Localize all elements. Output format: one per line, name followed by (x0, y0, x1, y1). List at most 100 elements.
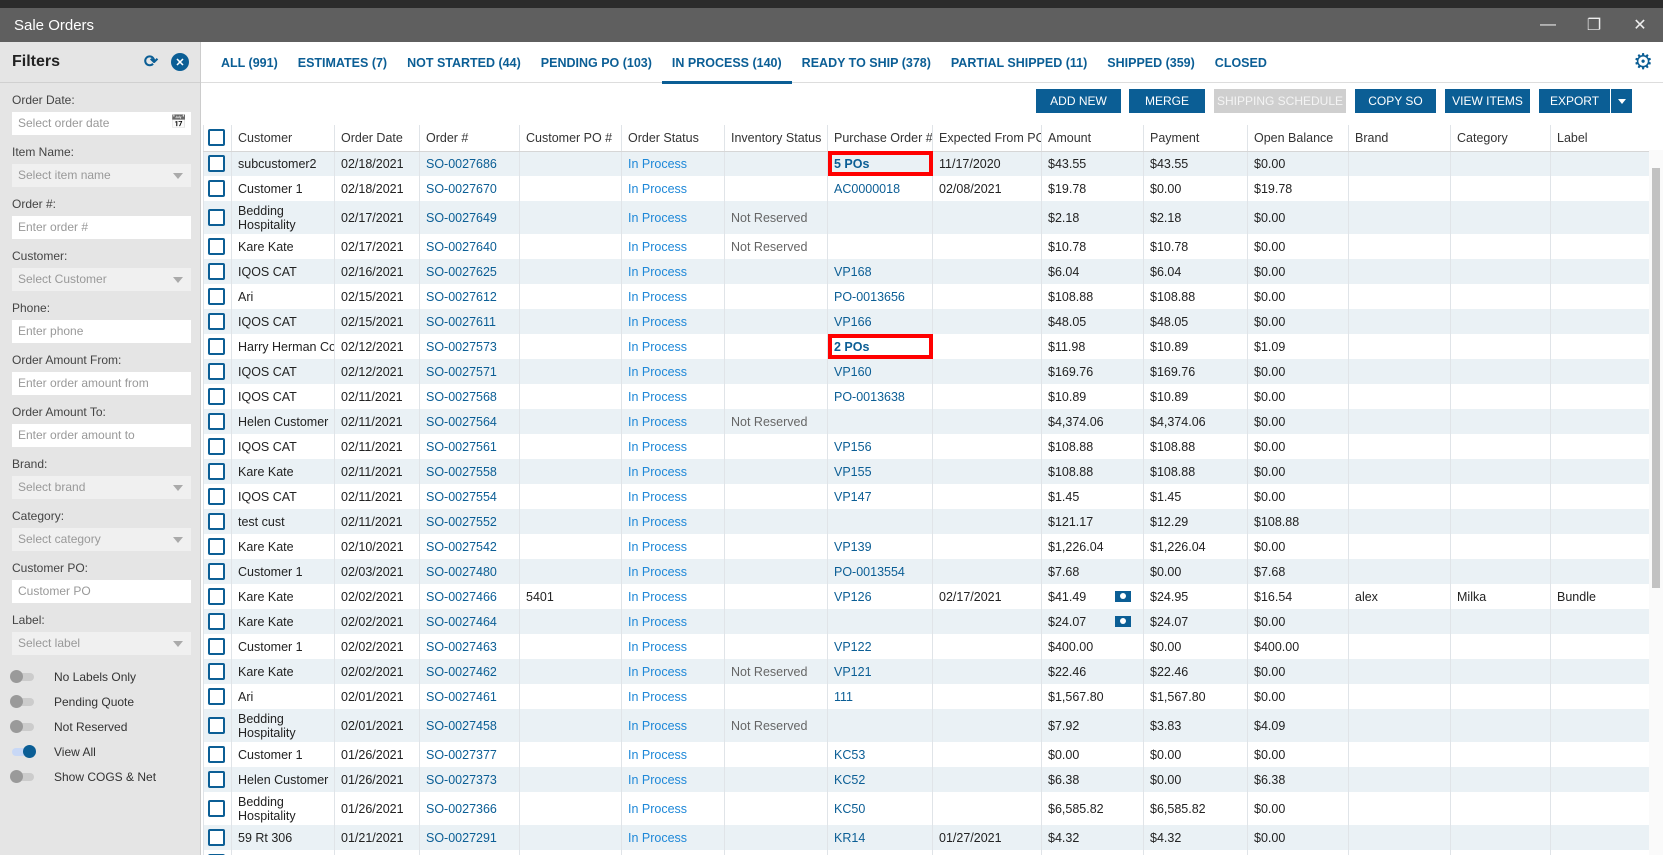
toggle-switch[interactable] (12, 744, 36, 758)
row-checkbox[interactable] (203, 767, 232, 792)
checkbox[interactable] (208, 717, 225, 734)
toggle-view-all[interactable]: View All (12, 742, 200, 761)
order-number-cell[interactable]: SO-0027366 (419, 792, 520, 825)
order-status-cell[interactable]: In Process (621, 309, 725, 334)
order-status-cell[interactable]: In Process (621, 359, 725, 384)
column-header-category[interactable]: Category (1450, 125, 1551, 152)
row-checkbox[interactable] (203, 825, 232, 850)
checkbox[interactable] (208, 746, 225, 763)
order-status-cell[interactable]: In Process (621, 151, 725, 176)
minimize-icon[interactable]: — (1525, 8, 1571, 42)
row-checkbox[interactable] (203, 742, 232, 767)
tab-estimates[interactable]: ESTIMATES (7) (288, 42, 397, 83)
label-select[interactable]: Select label (12, 632, 191, 655)
checkbox[interactable] (208, 313, 225, 330)
row-checkbox[interactable] (203, 792, 232, 825)
checkbox[interactable] (208, 688, 225, 705)
row-checkbox[interactable] (203, 409, 232, 434)
order-number-cell[interactable]: SO-0027291 (419, 825, 520, 850)
row-checkbox[interactable] (203, 509, 232, 534)
column-header-inventory-status[interactable]: Inventory Status (724, 125, 828, 152)
checkbox[interactable] (208, 613, 225, 630)
copy-so-button[interactable]: COPY SO (1355, 89, 1436, 113)
checkbox[interactable] (208, 263, 225, 280)
purchase-order-cell[interactable]: 5 POs (827, 151, 933, 176)
row-checkbox[interactable] (203, 709, 232, 742)
order-number-cell[interactable]: SO-0027686 (419, 151, 520, 176)
restore-icon[interactable]: ❐ (1571, 8, 1617, 42)
order-status-cell[interactable]: In Process (621, 609, 725, 634)
checkbox[interactable] (208, 800, 225, 817)
tab-in-process[interactable]: IN PROCESS (140) (661, 42, 792, 84)
order-status-cell[interactable]: In Process (621, 634, 725, 659)
order-number-cell[interactable]: SO-0027377 (419, 742, 520, 767)
order-status-cell[interactable]: In Process (621, 484, 725, 509)
order-number-cell[interactable]: SO-0027480 (419, 559, 520, 584)
purchase-order-cell[interactable]: VP166 (827, 309, 933, 334)
purchase-order-cell[interactable]: VP121 (827, 659, 933, 684)
order-status-cell[interactable]: In Process (621, 709, 725, 742)
order-status-cell[interactable]: In Process (621, 434, 725, 459)
row-checkbox[interactable] (203, 151, 232, 176)
purchase-order-cell[interactable]: KR14 (827, 825, 933, 850)
purchase-order-cell[interactable]: VP139 (827, 534, 933, 559)
order-number-cell[interactable]: SO-0027611 (419, 309, 520, 334)
order-number-cell[interactable]: SO-0027458 (419, 709, 520, 742)
row-checkbox[interactable] (203, 534, 232, 559)
calendar-icon[interactable]: 📅 (171, 114, 187, 130)
row-checkbox[interactable] (203, 201, 232, 234)
settings-gear-icon[interactable]: ⚙ (1633, 49, 1653, 75)
checkbox[interactable] (208, 438, 225, 455)
order-amount-from-input[interactable]: Enter order amount from (12, 372, 191, 395)
tab-ready-to-ship[interactable]: READY TO SHIP (378) (792, 42, 941, 83)
column-header-purchase-order[interactable]: Purchase Order # (827, 125, 933, 152)
column-header-amount[interactable]: Amount (1041, 125, 1144, 152)
order-number-cell[interactable]: SO-0027464 (419, 609, 520, 634)
checkbox[interactable] (208, 488, 225, 505)
row-checkbox[interactable] (203, 284, 232, 309)
row-checkbox[interactable] (203, 176, 232, 201)
order-number-cell[interactable]: SO-0027568 (419, 384, 520, 409)
tab-not-started[interactable]: NOT STARTED (44) (397, 42, 531, 83)
order-number-cell[interactable]: SO-0027373 (419, 767, 520, 792)
checkbox[interactable] (208, 638, 225, 655)
customer-select[interactable]: Select Customer (12, 268, 191, 291)
checkbox[interactable] (208, 209, 225, 226)
row-checkbox[interactable] (203, 259, 232, 284)
order-number-cell[interactable]: SO-0027282 (419, 850, 520, 855)
order-number-cell[interactable]: SO-0027571 (419, 359, 520, 384)
order-status-cell[interactable]: In Process (621, 659, 725, 684)
toggle-pending-quote[interactable]: Pending Quote (10, 692, 200, 711)
order-number-cell[interactable]: SO-0027573 (419, 334, 520, 359)
phone-input[interactable]: Enter phone (12, 320, 191, 343)
checkbox[interactable] (208, 829, 225, 846)
toggle-switch[interactable] (10, 719, 34, 733)
row-checkbox[interactable] (203, 234, 232, 259)
order-status-cell[interactable]: In Process (621, 259, 725, 284)
toggle-show-cogs-net[interactable]: Show COGS & Net (10, 767, 200, 786)
purchase-order-cell[interactable]: 111 (827, 684, 933, 709)
vertical-scrollbar[interactable] (1649, 150, 1663, 855)
row-checkbox[interactable] (203, 434, 232, 459)
column-header-customer-po[interactable]: Customer PO # (519, 125, 622, 152)
checkbox[interactable] (208, 463, 225, 480)
tab-closed[interactable]: CLOSED (1205, 42, 1277, 83)
checkbox[interactable] (208, 180, 225, 197)
row-checkbox[interactable] (203, 359, 232, 384)
customer-po-input[interactable]: Customer PO (12, 580, 191, 603)
checkbox[interactable] (208, 538, 225, 555)
merge-button[interactable]: MERGE (1129, 89, 1205, 113)
row-checkbox[interactable] (203, 459, 232, 484)
export-dropdown-button[interactable] (1611, 89, 1632, 113)
purchase-order-cell[interactable]: AC0000018 (827, 176, 933, 201)
payment-view-icon[interactable] (1115, 615, 1131, 627)
row-checkbox[interactable] (203, 659, 232, 684)
purchase-order-cell[interactable]: PO-0013638 (827, 384, 933, 409)
purchase-order-cell[interactable]: VP160 (827, 359, 933, 384)
view-items-button[interactable]: VIEW ITEMS (1445, 89, 1530, 113)
purchase-order-cell[interactable]: KC53 (827, 742, 933, 767)
refresh-icon[interactable]: ⟳ (142, 52, 160, 71)
checkbox[interactable] (208, 663, 225, 680)
toggle-no-labels-only[interactable]: No Labels Only (10, 667, 200, 686)
order-number-cell[interactable]: SO-0027670 (419, 176, 520, 201)
